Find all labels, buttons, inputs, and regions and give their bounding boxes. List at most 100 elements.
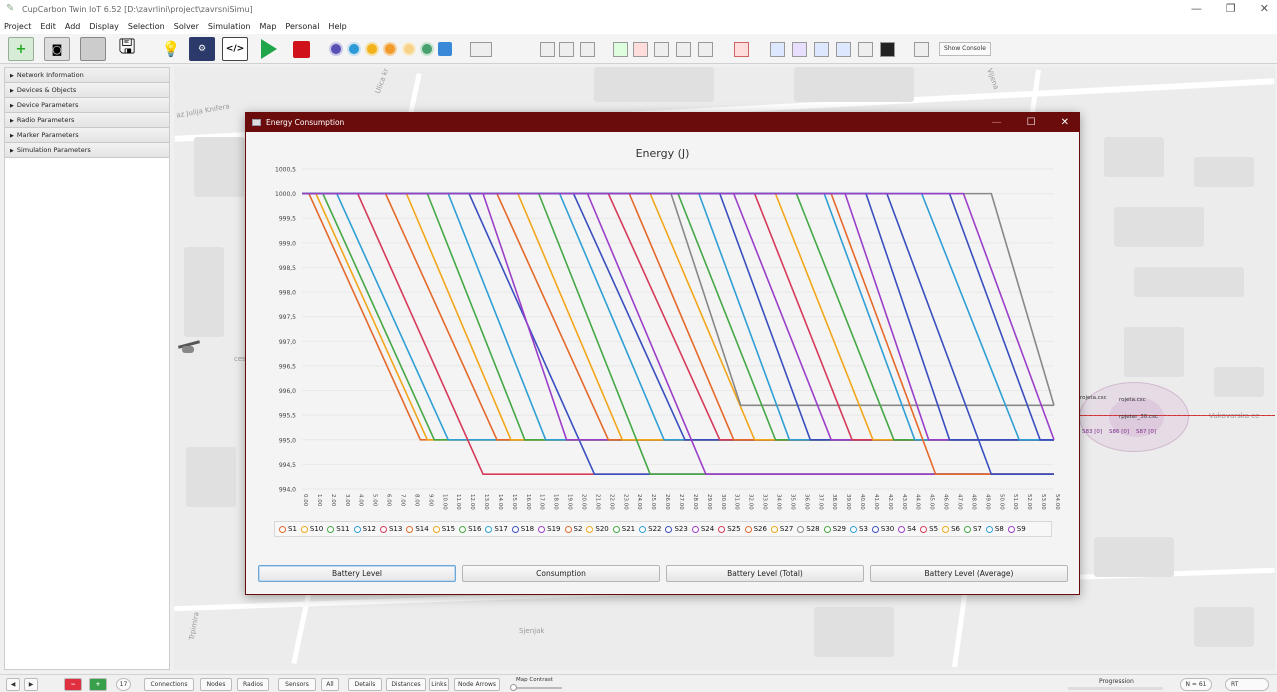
map-building (794, 67, 914, 102)
sidebar-item-network-information[interactable]: ▶ Network Information (5, 68, 169, 83)
map-street-label: Vukovarska ce (1209, 412, 1260, 420)
menu-add[interactable]: Add (65, 22, 81, 31)
menu-edit[interactable]: Edit (40, 22, 56, 31)
radios-button[interactable]: Radios (237, 678, 269, 691)
menu-project[interactable]: Project (4, 22, 31, 31)
legend-marker-icon (850, 525, 857, 533)
sidebar-item-device-parameters[interactable]: ▶ Device Parameters (5, 98, 169, 113)
menu-selection[interactable]: Selection (128, 22, 165, 31)
menu-simulation[interactable]: Simulation (208, 22, 251, 31)
maximize-button[interactable]: ❐ (1226, 0, 1236, 18)
map-street-label: az Julija Knifera (175, 102, 231, 120)
add-iot-icon[interactable] (420, 42, 434, 56)
x-tick-label: 33.00 (762, 494, 768, 510)
add-sensor-icon[interactable] (329, 42, 343, 56)
legend-item-s1: S1 (279, 525, 297, 533)
all-button[interactable]: All (321, 678, 339, 691)
edit-path-icon[interactable] (676, 42, 691, 57)
dialog-maximize-button[interactable]: ☐ (1027, 113, 1036, 132)
lamp-icon[interactable]: 💡 (158, 37, 184, 61)
add-marker-icon[interactable] (438, 42, 452, 56)
dialog-title: Energy Consumption (266, 118, 345, 127)
route-icon[interactable] (580, 42, 595, 57)
legend-marker-icon (511, 525, 519, 533)
rt-toggle[interactable]: RT (1225, 678, 1269, 691)
layer-6-icon[interactable] (880, 42, 895, 57)
map-contrast-slider[interactable] (510, 684, 562, 691)
layer-1-icon[interactable] (770, 42, 785, 57)
battery-level-average-button[interactable]: Battery Level (Average) (870, 565, 1068, 582)
new-project-icon[interactable]: + (8, 37, 34, 61)
links-button[interactable]: Links (429, 678, 449, 691)
legend-label: S11 (336, 525, 350, 533)
dialog-close-button[interactable]: ✕ (1061, 113, 1069, 132)
play-script-icon[interactable] (613, 42, 628, 57)
battery-level-total-button[interactable]: Battery Level (Total) (666, 565, 864, 582)
folder-icon[interactable] (80, 37, 106, 61)
legend-marker-icon (797, 525, 805, 533)
menu-solver[interactable]: Solver (174, 22, 199, 31)
x-tick-label: 15.00 (511, 494, 517, 510)
x-tick-label: 17.00 (539, 494, 545, 510)
drone-icon[interactable] (177, 337, 201, 353)
grid-dropdown-icon[interactable] (470, 42, 492, 57)
pencil-icon[interactable] (698, 42, 713, 57)
x-tick-label: 14.00 (497, 494, 503, 510)
add-base-station-icon[interactable] (383, 42, 397, 56)
legend-item-s12: S12 (353, 525, 376, 533)
add-icon[interactable]: + (89, 678, 107, 691)
menu-help[interactable]: Help (328, 22, 346, 31)
dialog-minimize-button[interactable]: — (992, 113, 1002, 132)
connections-button[interactable]: Connections (144, 678, 194, 691)
node-label: S87 [0] (1136, 429, 1157, 435)
node-arrows-button[interactable]: Node Arrows (454, 678, 500, 691)
map-street-label: Ulica kr (373, 67, 391, 95)
add-mobile-icon[interactable] (347, 42, 361, 56)
x-tick-label: 32.00 (748, 494, 754, 510)
sidebar-item-devices-objects[interactable]: ▶ Devices & Objects (5, 83, 169, 98)
prev-icon[interactable]: ◀ (6, 678, 20, 691)
show-console-button[interactable]: Show Console (939, 42, 991, 56)
cursor-icon[interactable] (914, 42, 929, 57)
x-tick-label: 6.00 (386, 494, 392, 507)
add-router-icon[interactable] (402, 42, 416, 56)
sidebar-item-simulation-parameters[interactable]: ▶ Simulation Parameters (5, 143, 169, 158)
record-icon[interactable] (633, 42, 648, 57)
chart-icon[interactable] (654, 42, 669, 57)
vertical-align-icon[interactable] (540, 42, 555, 57)
layer-2-icon[interactable] (792, 42, 807, 57)
nodes-button[interactable]: Nodes (200, 678, 232, 691)
legend-label: S7 (972, 525, 982, 533)
app-logo-icon: ✎ (6, 3, 15, 14)
layer-5-icon[interactable] (858, 42, 873, 57)
layer-3-icon[interactable] (814, 42, 829, 57)
layer-4-icon[interactable] (836, 42, 851, 57)
legend-label: S8 (994, 525, 1004, 533)
sidebar-item-radio-parameters[interactable]: ▶ Radio Parameters (5, 113, 169, 128)
add-gas-icon[interactable] (365, 42, 379, 56)
slider-handle[interactable] (510, 684, 517, 691)
code-editor-icon[interactable]: </> (222, 37, 248, 61)
sensors-button[interactable]: Sensors (278, 678, 316, 691)
close-button[interactable]: ✕ (1260, 0, 1269, 18)
sensor-settings-icon[interactable]: ⚙ (189, 37, 215, 61)
run-simulation-icon[interactable] (256, 37, 282, 61)
vertical-align-2-icon[interactable] (559, 42, 574, 57)
details-button[interactable]: Details (348, 678, 382, 691)
next-icon[interactable]: ▶ (24, 678, 38, 691)
menu-personal[interactable]: Personal (285, 22, 319, 31)
sidebar-item-marker-parameters[interactable]: ▶ Marker Parameters (5, 128, 169, 143)
open-project-icon[interactable]: ◙ (44, 37, 70, 61)
save-icon[interactable]: 🖫 (114, 34, 140, 61)
distances-button[interactable]: Distances (386, 678, 426, 691)
legend-item-s3: S3 (850, 525, 868, 533)
minimize-button[interactable]: — (1191, 0, 1202, 18)
menu-display[interactable]: Display (89, 22, 119, 31)
consumption-button[interactable]: Consumption (462, 565, 660, 582)
magnet-icon[interactable] (734, 42, 749, 57)
x-tick-label: 5.00 (372, 494, 378, 507)
battery-level-button[interactable]: Battery Level (258, 565, 456, 582)
remove-icon[interactable]: − (64, 678, 82, 691)
menu-map[interactable]: Map (260, 22, 277, 31)
stop-simulation-icon[interactable] (288, 37, 314, 61)
